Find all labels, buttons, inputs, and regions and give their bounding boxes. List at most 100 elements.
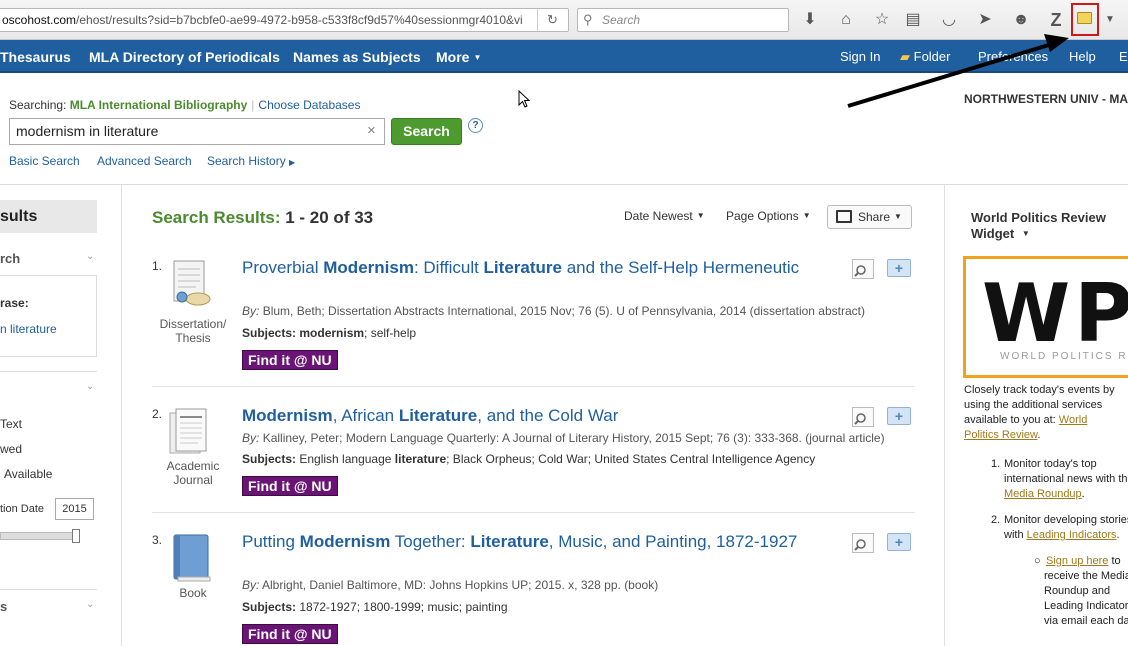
result-byline: By: Albright, Daniel Baltimore, MD: John… [242,578,658,592]
result-title[interactable]: Proverbial Modernism: Difficult Literatu… [242,257,802,279]
chevron-down-icon[interactable]: ⌄ [86,381,94,392]
limit-available[interactable]: Available [4,467,52,481]
nav-names-as-subjects[interactable]: Names as Subjects [293,49,421,65]
result-subjects: Subjects: modernism; self-help [242,326,416,340]
limit-full-text[interactable]: Text [0,417,22,431]
result-type-line2: Journal [173,473,213,487]
find-it-button[interactable]: Find it @ NU [242,624,338,644]
search-history-link[interactable]: Search History ▶ [207,154,295,168]
result-item: 2. Academic Journal Modernism, African L… [150,405,915,517]
nav-folder[interactable]: ▰ Folder [900,49,950,65]
help-icon[interactable]: ? [468,118,483,133]
nav-more[interactable]: More ▼ [436,49,481,65]
item1-num: 1. [991,458,1001,470]
subjects-text: English language literature; Black Orphe… [299,452,815,466]
nav-preferences[interactable]: Preferences [978,49,1048,64]
nav-help[interactable]: Help [1069,49,1096,64]
home-icon[interactable]: ⌂ [835,9,857,31]
widget-title[interactable]: World Politics Review Widget ▼ [971,210,1121,242]
result-title[interactable]: Modernism, African Literature, and the C… [242,405,802,427]
database-name[interactable]: MLA International Bibliography [70,98,248,112]
item2-line-b: with Leading Indicators. [1004,529,1120,541]
result-type-line1: Book [179,586,207,600]
send-icon[interactable]: ➤ [974,9,996,31]
sort-label: Date Newest [624,209,693,223]
add-to-folder-icon[interactable]: + [887,259,911,277]
desc-text: Closely track today's events by using th… [964,384,1115,426]
add-to-folder-icon[interactable]: + [887,407,911,425]
choose-databases-link[interactable]: Choose Databases [258,98,360,112]
widget-panel: World Politics Review Widget ▼ WP WORLD … [944,185,1128,646]
subjects-label: Subjects: [242,600,297,614]
subjects-text: modernism; self-help [299,326,416,340]
download-icon[interactable]: ⬇ [799,9,821,31]
publication-date-slider[interactable] [0,532,80,540]
nav-thesaurus[interactable]: Thesaurus [0,49,71,65]
title-text: , Music, and Painting, 1872-1927 [548,532,798,551]
book-icon [173,534,211,582]
wpr-logo[interactable]: WP WORLD POLITICS R [963,256,1128,378]
nav-sign-in[interactable]: Sign In [840,49,880,64]
chat-icon[interactable]: ☻ [1010,9,1032,31]
menu-dropdown-icon[interactable]: ▼ [1099,9,1121,31]
signup-line-c: Roundup and [1044,585,1111,597]
url-bar[interactable]: oscohost.com/ehost/results?sid=b7bcbfe0-… [0,8,569,32]
publication-date-to-input[interactable]: 2015 [55,498,94,520]
limit-peer-reviewed[interactable]: wed [0,442,22,456]
advanced-search-link[interactable]: Advanced Search [97,154,192,168]
sign-up-link[interactable]: Sign up here [1046,555,1108,567]
result-type-line2: Thesis [175,331,211,345]
slider-handle[interactable] [72,529,80,543]
preview-icon[interactable] [852,259,874,279]
zotero-icon[interactable]: Z [1045,9,1067,31]
sort-dropdown[interactable]: Date Newest ▼ [624,209,705,223]
subjects-text: 1872-1927; 1800-1999; music; painting [299,600,507,614]
browser-search-input[interactable]: ⚲ Search [577,8,789,32]
reading-list-icon[interactable]: ▤ [902,9,924,31]
chevron-down-icon[interactable]: ⌄ [86,599,94,610]
item2-line-a: Monitor developing stories [1004,514,1128,526]
divider [0,371,97,372]
current-search-heading[interactable]: rch [0,251,20,266]
subject-text: ; self-help [364,326,417,340]
browser-toolbar: oscohost.com/ehost/results?sid=b7bcbfe0-… [0,0,1128,40]
widget-description: Closely track today's events by using th… [964,384,1115,441]
caret-down-icon: ▼ [473,53,482,62]
nav-mla-directory[interactable]: MLA Directory of Periodicals [89,49,280,65]
result-title[interactable]: Putting Modernism Together: Literature, … [242,531,802,553]
clear-icon[interactable]: × [367,122,376,139]
find-it-button[interactable]: Find it @ NU [242,476,338,496]
leading-indicators-link[interactable]: Leading Indicators [1027,529,1117,541]
preview-icon[interactable] [852,533,874,553]
chevron-down-icon[interactable]: ⌄ [86,251,94,262]
basic-search-link[interactable]: Basic Search [9,154,80,168]
subjects-label: Subjects: [242,326,297,340]
share-icon [836,210,852,223]
logo-subtitle: WORLD POLITICS R [1000,351,1128,362]
caret-down-icon: ▼ [1021,229,1030,238]
separator: | [251,98,255,112]
find-it-button[interactable]: Find it @ NU [242,350,338,370]
source-types-heading[interactable]: s [0,599,7,614]
title-keyword: Modernism [242,406,333,425]
add-to-folder-icon[interactable]: + [887,533,911,551]
nav-folder-label: Folder [913,49,951,64]
institution-name: NORTHWESTERN UNIV - MAIN [964,92,1128,106]
bookmark-star-icon[interactable]: ☆ [871,9,893,31]
share-button[interactable]: Share ▼ [827,205,912,229]
search-button[interactable]: Search [391,118,462,145]
search-input[interactable]: modernism in literature [9,118,385,145]
media-roundup-link[interactable]: Media Roundup [1004,488,1082,500]
item2-num: 2. [991,514,1001,526]
boolean-phrase-value[interactable]: n literature [0,322,57,336]
nav-overflow[interactable]: E [1119,49,1128,64]
publication-date-label: tion Date [0,503,45,515]
page-options-dropdown[interactable]: Page Options ▼ [726,209,811,223]
pocket-icon[interactable]: ◡ [938,9,960,31]
reload-icon[interactable]: ↻ [537,9,567,31]
url-path: /ehost/results?sid=b7bcbfe0-ae99-4972-b9… [76,13,523,27]
preview-icon[interactable] [852,407,874,427]
title-keyword: Modernism [299,532,391,551]
share-label: Share [858,210,891,224]
by-label: By: [242,304,260,318]
